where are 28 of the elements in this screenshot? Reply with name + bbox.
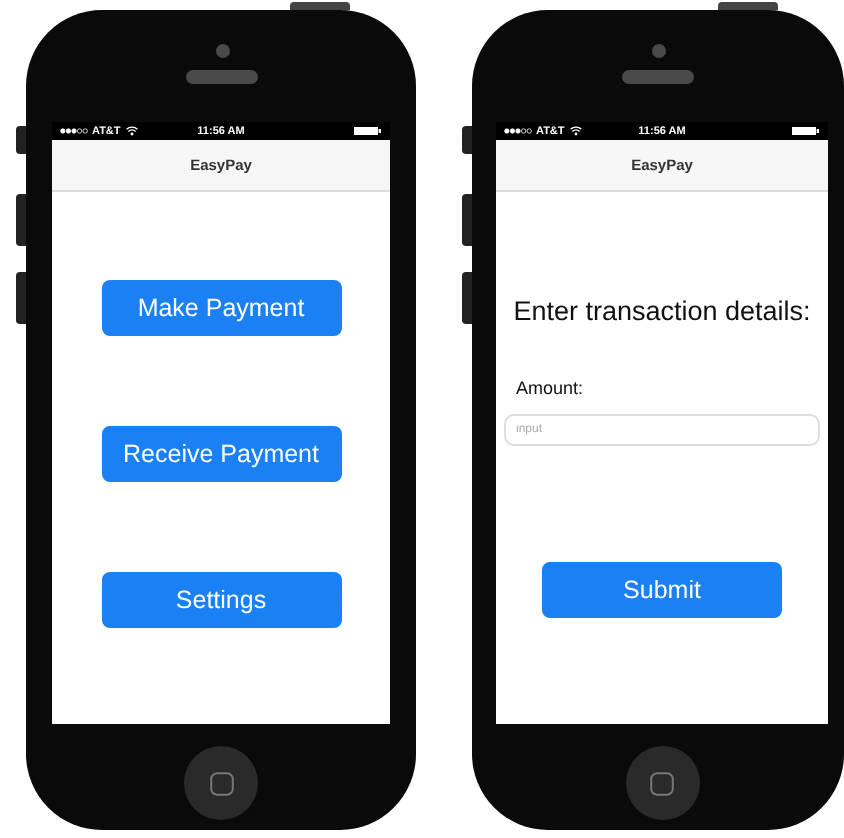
camera-icon (215, 44, 229, 58)
wifi-icon (570, 126, 583, 136)
home-button[interactable] (625, 746, 699, 820)
volume-key (16, 272, 26, 324)
side-key (462, 126, 472, 154)
battery-icon (354, 126, 382, 136)
form-heading: Enter transaction details: (513, 296, 811, 326)
signal-icon (504, 128, 532, 134)
wifi-icon (126, 126, 139, 136)
action-button[interactable]: Submit (542, 562, 782, 618)
signal-icon (60, 128, 88, 134)
volume-key (16, 194, 26, 246)
square-icon (209, 771, 233, 795)
field-label: Amount: (516, 378, 584, 398)
side-key (16, 126, 26, 154)
speaker-icon (622, 70, 694, 84)
action-button[interactable]: Receive Payment (101, 426, 341, 482)
action-button[interactable]: Make Payment (101, 280, 341, 336)
volume-key (462, 194, 472, 246)
home-button[interactable] (184, 746, 258, 820)
speaker-icon (185, 70, 257, 84)
volume-key (462, 272, 472, 324)
camera-icon (652, 44, 666, 58)
power-key (718, 2, 778, 10)
battery-icon (792, 126, 820, 136)
action-button[interactable]: Settings (101, 572, 341, 628)
square-icon (650, 771, 674, 795)
power-key (290, 2, 350, 10)
